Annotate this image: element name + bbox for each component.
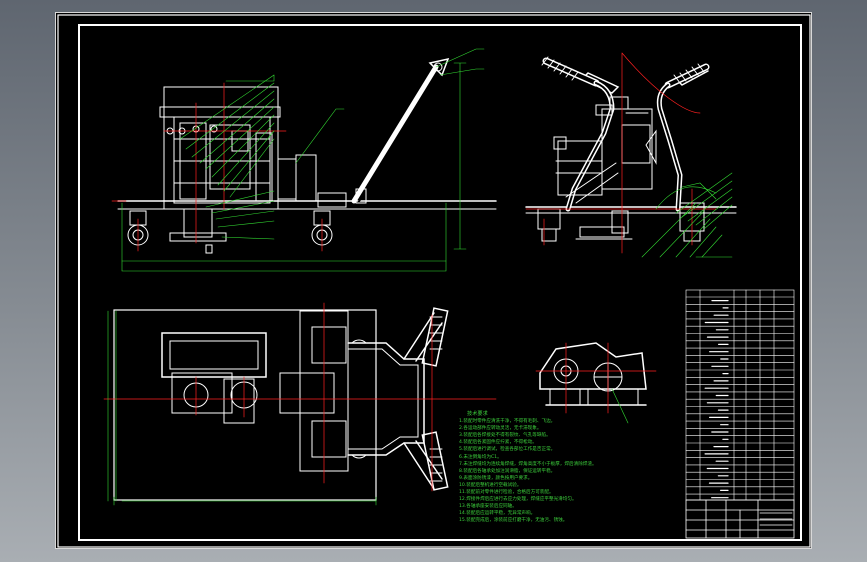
side-view-center-lines <box>525 52 717 254</box>
section-leader <box>611 388 629 424</box>
note-line: 14.装配后应运转平稳，无异常声响。 <box>459 511 536 517</box>
top-view <box>113 307 449 501</box>
note-line: 9.表面涂防锈漆，颜色按用户要求。 <box>459 475 533 481</box>
note-line: 15.装配完成后，涂装前应打磨干净，无油污、锈蚀。 <box>459 518 568 524</box>
note-line: 6.未注倒角均为C1。 <box>459 454 502 460</box>
note-line: 13.各轴承座安装后应同轴。 <box>459 504 517 510</box>
note-line: 5.装配后进行调试，检查各部位工作是否正常。 <box>459 447 556 453</box>
side-view-dimensions <box>641 172 733 258</box>
note-line: 10.装配后整机进行空载试验。 <box>459 482 522 488</box>
drawing-sheet <box>57 14 811 548</box>
note-line: 12.焊接件焊后应进行去应力处理，焊缝应平整光滑均匀。 <box>459 497 577 503</box>
front-view-dimensions <box>121 48 485 272</box>
title-block <box>685 499 795 539</box>
cad-drawing-viewport[interactable]: 技术要求 1.装配时零件应清洗干净，不得有毛刺、飞边。 2.各运动部件应转动灵活… <box>55 12 812 549</box>
note-line: 4.装配后各紧固件应拧紧，不得松动。 <box>459 440 537 446</box>
note-line: 1.装配时零件应清洗干净，不得有毛刺、飞边。 <box>459 419 556 425</box>
note-line: 7.未注焊缝均为连续角焊缝，焊角高度不小于板厚，焊后清除焊渣。 <box>459 461 597 467</box>
side-view <box>525 56 737 242</box>
front-view-center-lines <box>111 82 323 252</box>
note-line: 11.装配前对零件进行检验，合格后方可装配。 <box>459 490 554 496</box>
front-view <box>117 57 497 254</box>
inner-frame <box>78 24 802 541</box>
parts-list <box>685 289 795 501</box>
note-line: 3.装配后各焊接处不得有裂纹、气孔等缺陷。 <box>459 433 551 439</box>
note-line: 2.各运动部件应转动灵活，无卡滞现象。 <box>459 426 542 432</box>
note-line: 8.装配后各轴承处加注润滑脂，保证运转平稳。 <box>459 468 556 474</box>
notes-title: 技术要求 <box>467 411 488 417</box>
section-detail <box>539 342 647 406</box>
technical-notes: 技术要求 1.装配时零件应清洗干净，不得有毛刺、飞边。 2.各运动部件应转动灵活… <box>459 411 597 525</box>
